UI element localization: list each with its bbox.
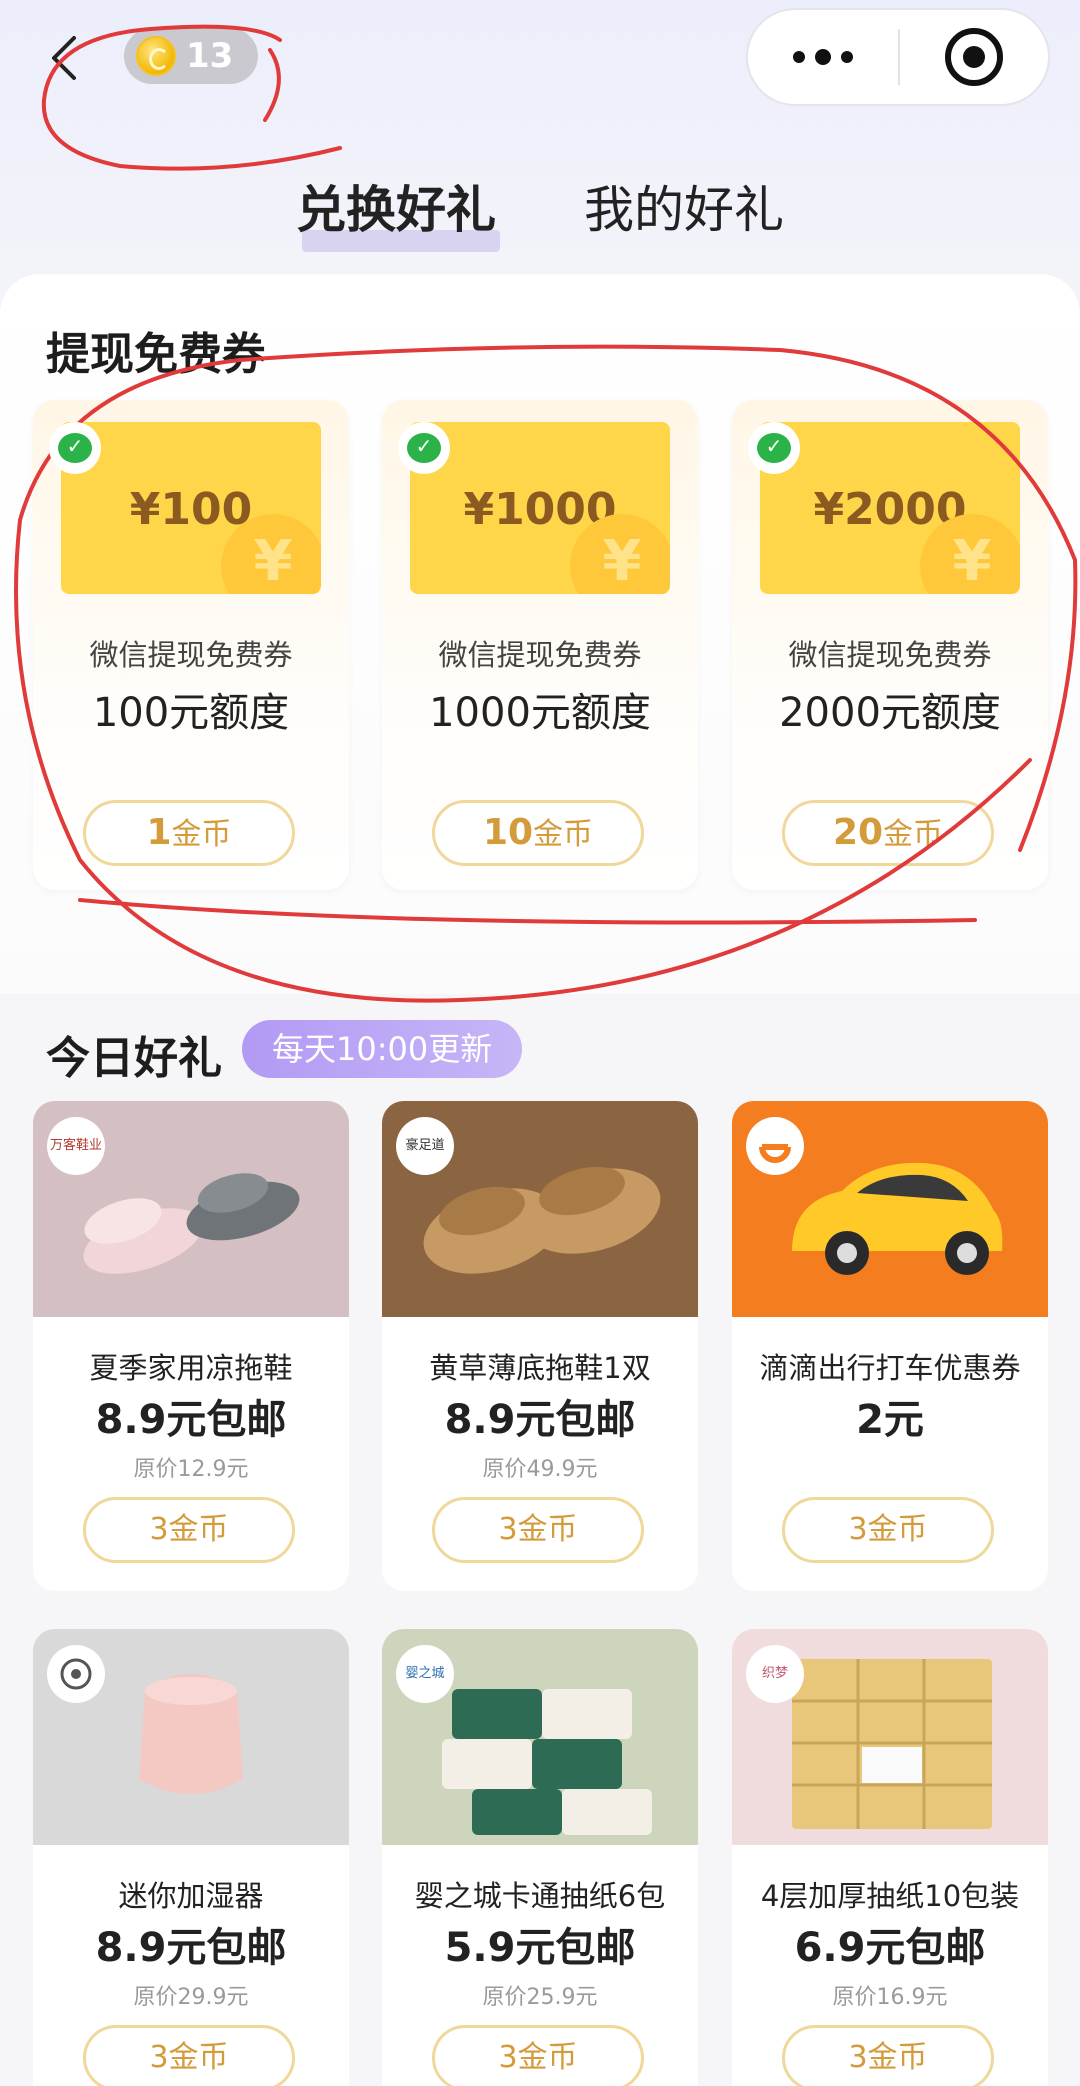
gift-card[interactable]: 万客鞋业 夏季家用凉拖鞋 8.9元包邮 原价12.9元 3金币 [33, 1101, 349, 1591]
redeem-button[interactable]: 3金币 [432, 2025, 644, 2086]
didi-logo-icon [746, 1117, 804, 1175]
tab-exchange-gifts[interactable]: 兑换好礼 [296, 170, 500, 252]
dot-icon [793, 51, 805, 63]
gift-name: 夏季家用凉拖鞋 [89, 1351, 293, 1385]
brand-logo: 豪足道 [396, 1117, 454, 1175]
voucher-section-title: 提现免费券 [46, 329, 266, 380]
price-unit: 金币 [533, 817, 594, 852]
gift-card[interactable]: 婴之城 婴之城卡通抽纸6包 5.9元包邮 原价25.9元 3金币 [382, 1629, 698, 2086]
original-price: 原价49.9元 [482, 1457, 598, 1482]
gift-price: 2元 [856, 1397, 924, 1443]
coin-balance: 13 [186, 36, 234, 76]
gift-name: 婴之城卡通抽纸6包 [414, 1879, 666, 1913]
dot-icon [815, 49, 831, 65]
gift-name: 4层加厚抽纸10包装 [760, 1879, 1020, 1913]
gift-card[interactable]: 豪足道 黄草薄底拖鞋1双 8.9元包邮 原价49.9元 3金币 [382, 1101, 698, 1591]
price-number: 10 [482, 812, 534, 853]
original-price: 原价25.9元 [482, 1985, 598, 2010]
tab-my-gifts[interactable]: 我的好礼 [584, 170, 784, 242]
redeem-button[interactable]: 3金币 [83, 2025, 295, 2086]
voucher-card[interactable]: ¥2000 ¥ 微信提现免费券 2000元额度 20金币 [732, 400, 1048, 890]
brand-logo: 婴之城 [396, 1645, 454, 1703]
more-button[interactable] [748, 10, 898, 104]
gift-name: 迷你加湿器 [118, 1879, 264, 1913]
wechat-icon [49, 422, 101, 474]
gift-price: 6.9元包邮 [794, 1925, 986, 1971]
coin-balance-pill[interactable]: 13 [124, 28, 258, 84]
redeem-button[interactable]: 20金币 [782, 800, 994, 866]
gift-card[interactable]: 织梦 4层加厚抽纸10包装 6.9元包邮 原价16.9元 3金币 [732, 1629, 1048, 2086]
original-price: 原价29.9元 [133, 1985, 249, 2010]
close-miniprogram-button[interactable] [900, 10, 1048, 104]
gift-price: 8.9元包邮 [95, 1397, 287, 1443]
redeem-button[interactable]: 1金币 [83, 800, 295, 866]
update-time-badge: 每天10:00更新 [242, 1020, 523, 1078]
gift-price: 8.9元包邮 [444, 1397, 636, 1443]
price-unit: 金币 [171, 817, 232, 852]
gift-card[interactable]: 滴滴出行打车优惠券 2元 3金币 [732, 1101, 1048, 1591]
miniprogram-capsule [746, 8, 1050, 106]
original-price: 原价16.9元 [832, 1985, 948, 2010]
voucher-quota: 100元额度 [92, 690, 290, 736]
wechat-icon [398, 422, 450, 474]
redeem-button[interactable]: 3金币 [782, 1497, 994, 1563]
gift-card[interactable]: 迷你加湿器 8.9元包邮 原价29.9元 3金币 [33, 1629, 349, 2086]
coin-icon [136, 36, 176, 76]
dot-icon [841, 51, 853, 63]
gift-price: 8.9元包邮 [95, 1925, 287, 1971]
price-number: 20 [832, 812, 884, 853]
today-gifts-title: 今日好礼 [46, 1033, 222, 1084]
redeem-button[interactable]: 3金币 [782, 2025, 994, 2086]
price-number: 1 [146, 812, 172, 853]
redeem-button[interactable]: 3金币 [432, 1497, 644, 1563]
gift-name: 滴滴出行打车优惠券 [759, 1351, 1021, 1385]
voucher-quota: 1000元额度 [429, 690, 651, 736]
voucher-card[interactable]: ¥100 ¥ 微信提现免费券 100元额度 1金币 [33, 400, 349, 890]
wechat-icon [748, 422, 800, 474]
redeem-button[interactable]: 10金币 [432, 800, 644, 866]
price-unit: 金币 [883, 817, 944, 852]
voucher-subtitle: 微信提现免费券 [89, 638, 293, 672]
brand-logo: 织梦 [746, 1645, 804, 1703]
voucher-card[interactable]: ¥1000 ¥ 微信提现免费券 1000元额度 10金币 [382, 400, 698, 890]
brand-logo: 万客鞋业 [47, 1117, 105, 1175]
original-price: 原价12.9元 [133, 1457, 249, 1482]
redeem-button[interactable]: 3金币 [83, 1497, 295, 1563]
brand-logo-icon [47, 1645, 105, 1703]
gift-price: 5.9元包邮 [444, 1925, 636, 1971]
chevron-left-icon [52, 36, 76, 80]
gift-name: 黄草薄底拖鞋1双 [429, 1351, 651, 1385]
voucher-subtitle: 微信提现免费券 [438, 638, 642, 672]
voucher-quota: 2000元额度 [779, 690, 1001, 736]
voucher-subtitle: 微信提现免费券 [788, 638, 992, 672]
tab-bar: 兑换好礼 我的好礼 [0, 170, 1080, 252]
back-button[interactable] [44, 30, 84, 86]
target-icon [945, 28, 1003, 86]
